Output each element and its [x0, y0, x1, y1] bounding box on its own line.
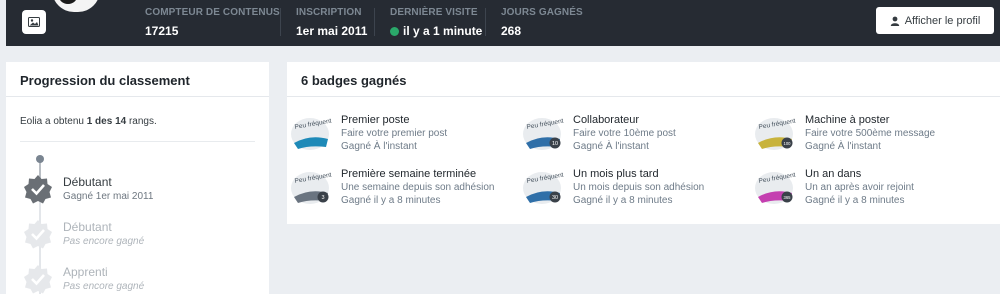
svg-text:365: 365: [784, 195, 792, 200]
stat-divider: [280, 8, 281, 36]
badge-icon: Peu fréquent 3: [290, 171, 332, 205]
svg-text:30: 30: [552, 195, 558, 201]
avatar-image: [52, 0, 100, 12]
badge-earned-date: Gagné À l'instant: [341, 141, 417, 152]
badge-earned-date: Gagné À l'instant: [805, 141, 881, 152]
badge-earned-date: Gagné il y a 8 minutes: [805, 195, 905, 206]
rank-summary-suffix: rangs.: [126, 116, 157, 127]
rank-progression-title: Progression du classement: [6, 62, 269, 97]
stat-label: Inscription: [296, 7, 362, 18]
badge-title: Premier poste: [341, 114, 410, 126]
badge-title: Un mois plus tard: [573, 168, 659, 180]
badge-description: Faire votre 500ème message: [805, 128, 936, 139]
badge-earned-date: Gagné il y a 8 minutes: [341, 195, 441, 206]
view-profile-button[interactable]: Afficher le profil: [876, 7, 994, 34]
badge-earned-date: Gagné À l'instant: [573, 141, 649, 152]
badge-item[interactable]: Peu fréquent 100 Machine à poster Faire vot…: [754, 114, 974, 158]
timeline-start-dot: [36, 155, 44, 163]
rank-title: Apprenti: [63, 265, 108, 279]
stat-content-count: Compteur de contenus 17215: [145, 7, 280, 38]
svg-text:10: 10: [552, 141, 558, 147]
svg-text:3: 3: [321, 195, 324, 201]
stat-label: Dernière visite: [390, 7, 478, 18]
rank-summary-count: 1 des 14: [86, 116, 127, 127]
badges-card: 6 badges gagnés Peu fréquent Premier post…: [287, 62, 1000, 224]
badge-icon: Peu fréquent 365: [754, 171, 796, 205]
rank-status: Pas encore gagné: [63, 281, 145, 292]
badge-item[interactable]: Peu fréquent 3 Première semaine terminée Un…: [290, 168, 510, 212]
badge-title: Première semaine terminée: [341, 168, 477, 180]
badges-title: 6 badges gagnés: [287, 62, 1000, 97]
badge-icon: Peu fréquent 100: [754, 117, 796, 151]
stat-value: 17215: [145, 24, 179, 38]
stat-days-won: Jours gagnés 268: [501, 7, 583, 38]
online-status-icon: [390, 26, 399, 36]
rank-earned-date: Gagné 1er mai 2011: [63, 191, 154, 202]
rank-badge-icon: [22, 173, 54, 205]
stat-value: 1er mai 2011: [296, 24, 368, 38]
divider: [20, 141, 255, 142]
view-profile-label: Afficher le profil: [904, 14, 981, 27]
rank-summary: Eolia a obtenu 1 des 14 rangs.: [6, 97, 269, 127]
badge-description: Un mois depuis son adhésion: [573, 182, 705, 193]
rank-progression-card: Progression du classement Eolia a obtenu…: [6, 62, 269, 294]
badge-item[interactable]: Peu fréquent 10 Collaborateur Faire votre 1…: [522, 114, 742, 158]
stat-value: 268: [501, 24, 522, 38]
stat-divider: [485, 8, 486, 36]
stat-label: Compteur de contenus: [145, 7, 280, 18]
badge-icon: Peu fréquent 30: [522, 171, 564, 205]
stat-registration: Inscription 1er mai 2011: [296, 7, 367, 38]
image-icon: [28, 17, 40, 27]
last-visit-text: il y a 1 minute: [403, 24, 483, 38]
badge-item[interactable]: Peu fréquent 30 Un mois plus tard Un mois d…: [522, 168, 742, 212]
badge-item[interactable]: Peu fréquent Premier poste Faire votre pre…: [290, 114, 510, 158]
badge-title: Machine à poster: [805, 114, 890, 126]
stat-value: il y a 1 minute: [390, 24, 482, 38]
svg-text:100: 100: [784, 141, 792, 146]
rank-badge-icon: [22, 218, 54, 250]
badge-description: Faire votre premier post: [341, 128, 448, 139]
badge-description: Faire votre 10ème post: [573, 128, 676, 139]
badge-description: Une semaine depuis son adhésion: [341, 182, 495, 193]
badge-earned-date: Gagné il y a 8 minutes: [573, 195, 673, 206]
stat-divider: [374, 8, 375, 36]
badge-description: Un an après avoir rejoint: [805, 182, 914, 193]
rank-status: Pas encore gagné: [63, 236, 145, 247]
rank-item: Débutant Gagné 1er mai 2011: [22, 173, 262, 209]
rank-summary-prefix: Eolia a obtenu: [20, 116, 87, 127]
rank-title: Débutant: [63, 175, 112, 189]
stat-label: Jours gagnés: [501, 7, 583, 18]
badge-item[interactable]: Peu fréquent 365 Un an dans Un an après avo…: [754, 168, 974, 212]
rank-item: Débutant Pas encore gagné: [22, 218, 262, 254]
change-photo-button[interactable]: [22, 10, 46, 34]
rank-item: Apprenti Pas encore gagné: [22, 263, 262, 294]
badge-title: Un an dans: [805, 168, 862, 180]
stat-last-visit: Dernière visite il y a 1 minute: [390, 7, 482, 38]
badge-icon: Peu fréquent: [290, 117, 332, 151]
rank-badge-icon: [22, 263, 54, 294]
badge-icon: Peu fréquent 10: [522, 117, 564, 151]
rank-title: Débutant: [63, 220, 112, 234]
user-icon: [890, 16, 899, 26]
profile-header: Compteur de contenus 17215 Inscription 1…: [6, 0, 1000, 46]
badge-title: Collaborateur: [573, 114, 640, 126]
